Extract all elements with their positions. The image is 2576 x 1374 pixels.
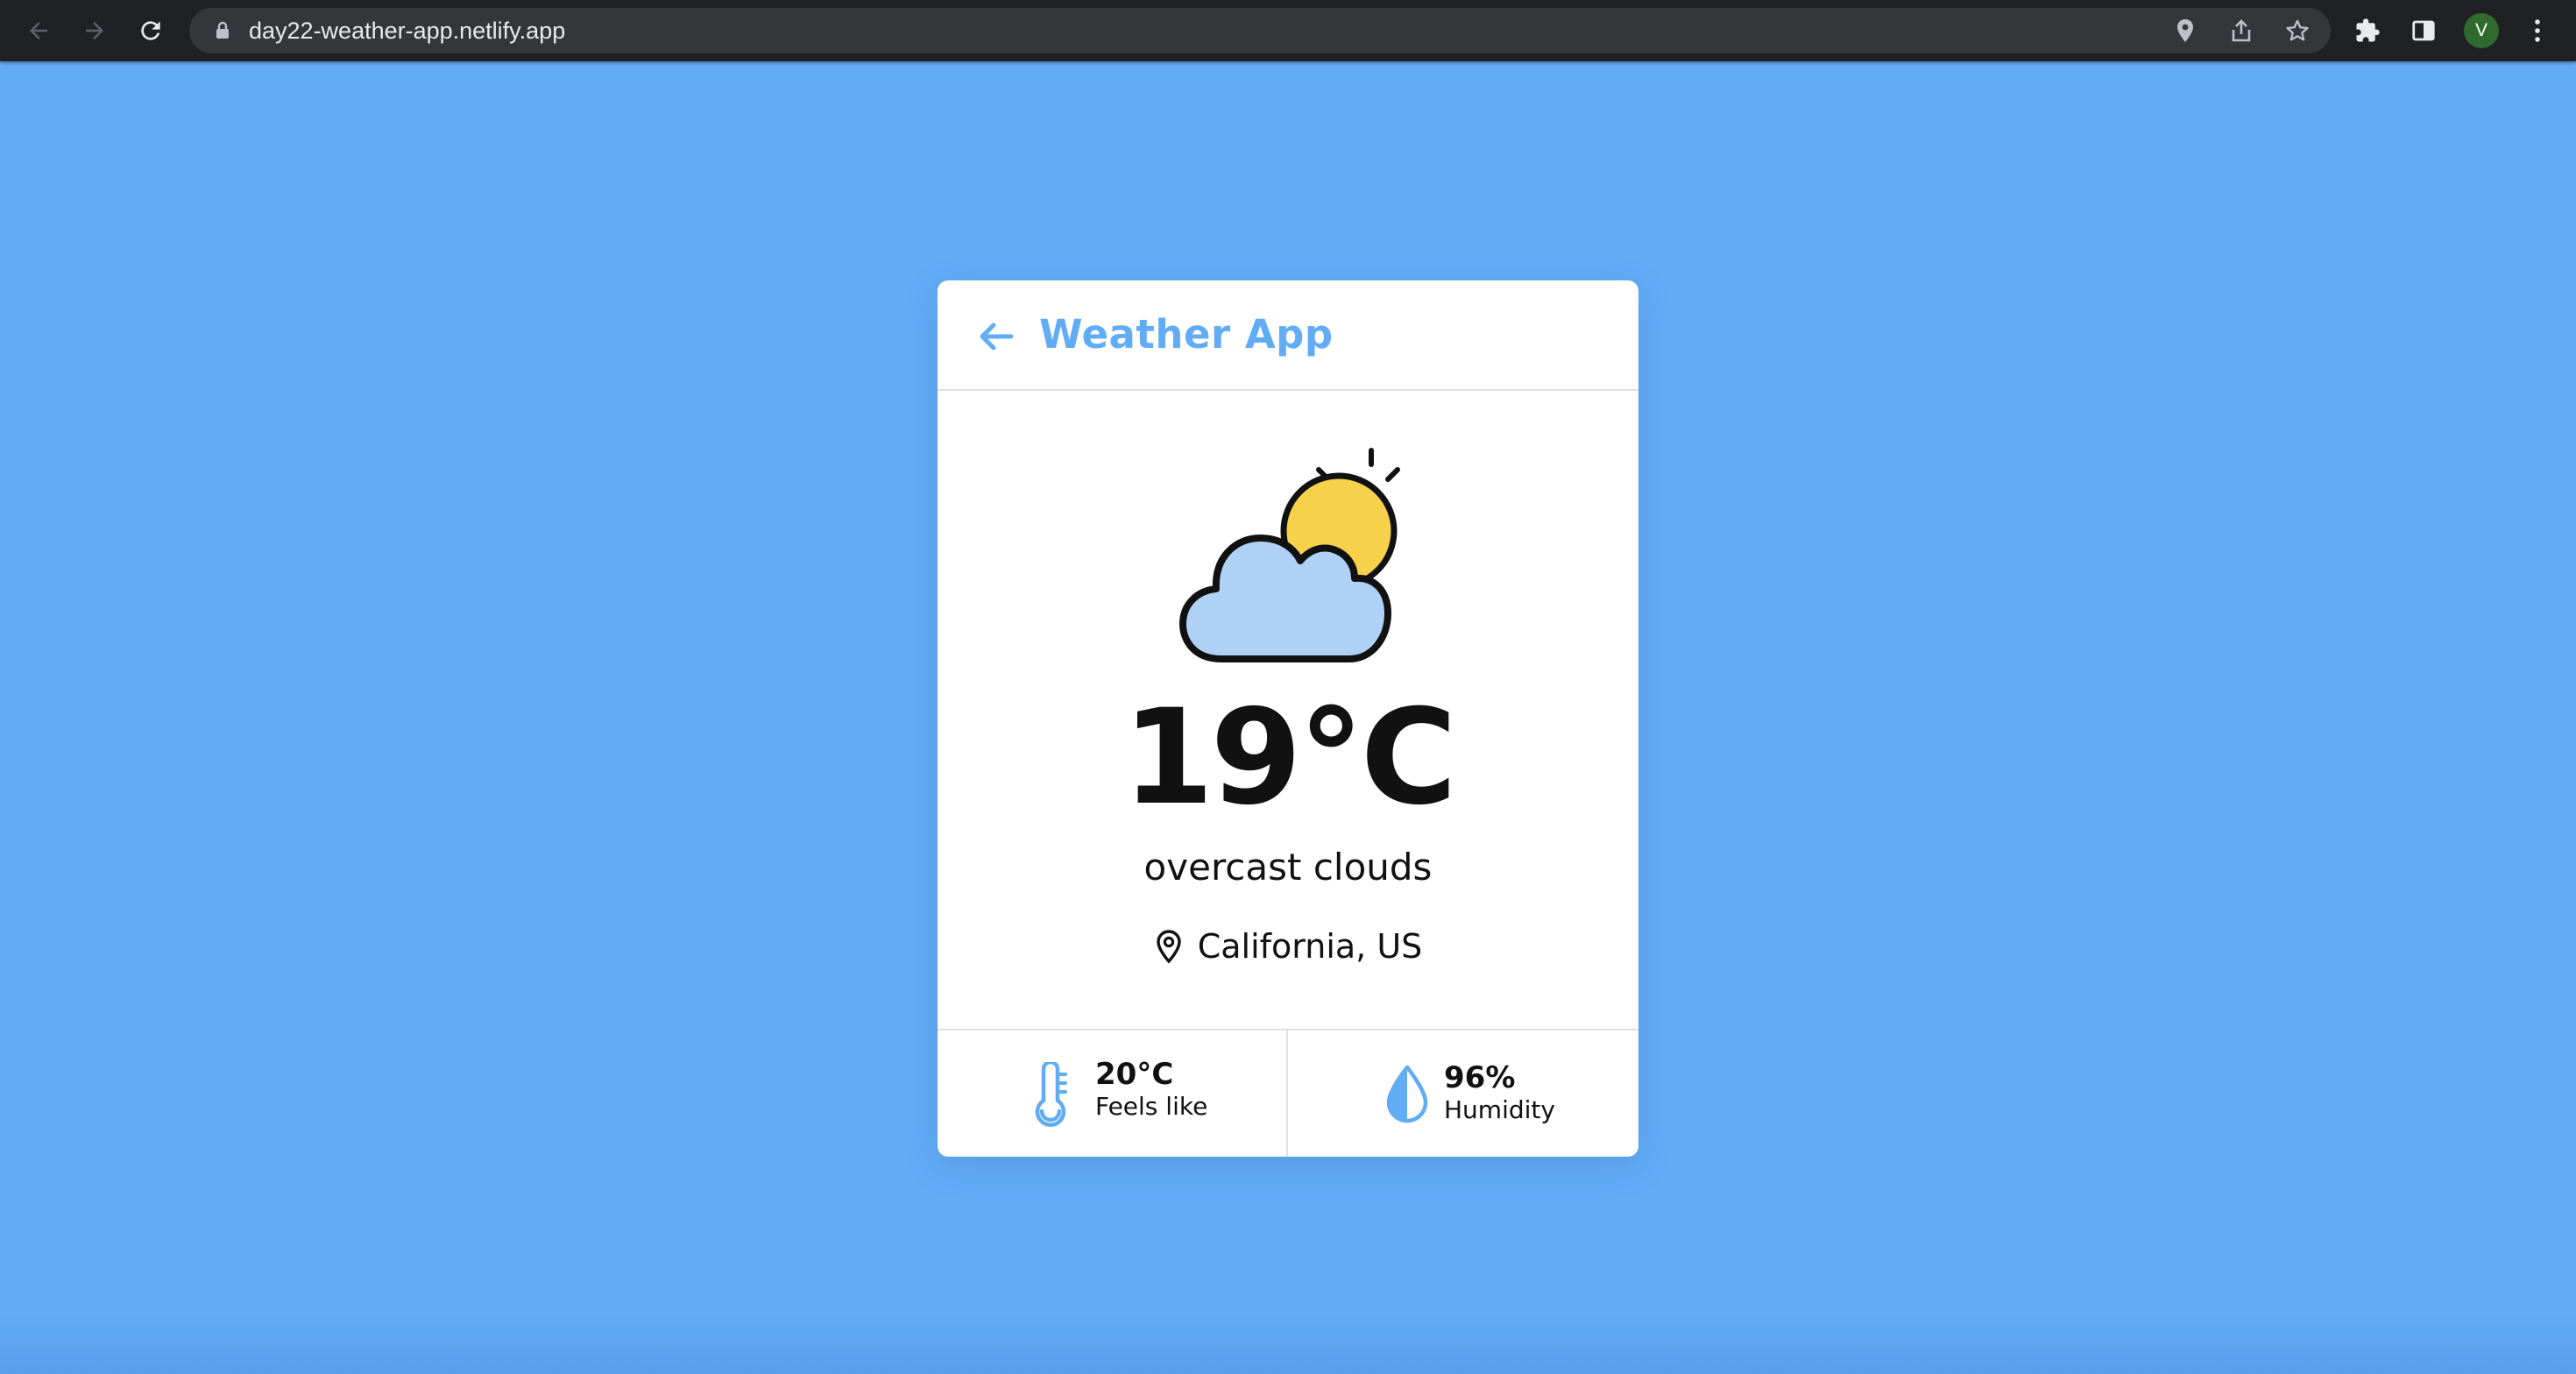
page-bottom-shadow bbox=[0, 1314, 2576, 1374]
weather-stats: 20°C Feels like 96% Humidity bbox=[938, 1029, 1638, 1157]
weather-card: Weather App 19°C overcast clouds Califor… bbox=[938, 280, 1638, 1157]
reload-icon[interactable] bbox=[133, 13, 168, 48]
extensions-icon[interactable] bbox=[2352, 15, 2383, 46]
address-bar[interactable]: day22-weather-app.netlify.app bbox=[189, 8, 2331, 53]
water-drop-icon bbox=[1386, 1065, 1428, 1123]
location-text: California, US bbox=[1197, 927, 1423, 966]
humidity-stat: 96% Humidity bbox=[1288, 1030, 1638, 1157]
thermometer-icon bbox=[1035, 1062, 1067, 1127]
weather-description: overcast clouds bbox=[1143, 846, 1433, 889]
forward-icon[interactable] bbox=[77, 13, 112, 48]
menu-icon[interactable] bbox=[2522, 15, 2553, 46]
browser-toolbar: day22-weather-app.netlify.app V bbox=[0, 0, 2576, 61]
bookmark-star-icon[interactable] bbox=[2283, 17, 2311, 45]
app-title: Weather App bbox=[1039, 311, 1334, 358]
back-arrow-icon[interactable] bbox=[976, 316, 1016, 357]
sun-behind-cloud-icon bbox=[1169, 440, 1426, 668]
side-panel-icon[interactable] bbox=[2408, 15, 2439, 46]
feels-like-label: Feels like bbox=[1095, 1092, 1208, 1121]
location-icon[interactable] bbox=[2171, 17, 2199, 45]
humidity-value: 96% bbox=[1444, 1060, 1516, 1095]
profile-avatar[interactable]: V bbox=[2464, 13, 2499, 48]
url-text[interactable]: day22-weather-app.netlify.app bbox=[249, 8, 565, 53]
lock-icon[interactable] bbox=[209, 17, 237, 45]
humidity-label: Humidity bbox=[1444, 1095, 1555, 1124]
feels-like-value: 20°C bbox=[1095, 1057, 1174, 1092]
temperature: 19°C bbox=[1122, 682, 1457, 834]
share-icon[interactable] bbox=[2227, 17, 2255, 45]
back-icon[interactable] bbox=[21, 13, 56, 48]
location: California, US bbox=[938, 920, 1638, 973]
location-pin-icon bbox=[1157, 930, 1181, 964]
card-header: Weather App bbox=[938, 280, 1638, 391]
feels-like-stat: 20°C Feels like bbox=[938, 1030, 1288, 1157]
